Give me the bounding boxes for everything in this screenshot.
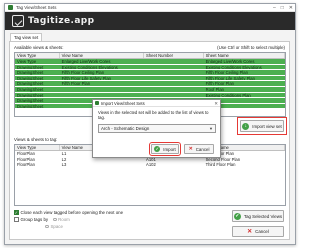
footer-cancel-button[interactable]: ✕ Cancel [232,226,284,237]
table-cell: A102 [146,162,156,167]
footer-cancel-label: Cancel [255,229,269,234]
minimize-button[interactable]: – [273,5,276,11]
tagitize-logo-icon [12,15,24,27]
table-cell: Fifth Floor Ceiling Plan [61,70,105,75]
view-set-selected-value: Arch - Schematic Design [101,126,150,131]
dialog-close-button[interactable]: ✕ [214,100,218,107]
table-cell: Fifth Floor Ceiling Plan [205,70,248,75]
space-radio-label: Space [50,224,63,229]
radio-dot-icon [45,224,49,229]
group-tags-label: Group tags by [20,217,49,222]
chevron-down-icon: ▼ [209,126,213,131]
table-cell: DrawingSheet [17,81,44,86]
table-cell: DrawingSheet [17,103,44,109]
table-cell: Existing Conditions Elevations [61,64,118,70]
table-cell: Fifth Floor Life Safety Plan [205,75,255,81]
table-cell [144,59,204,64]
column-header[interactable]: Sheet Number [144,53,204,58]
dialog-app-icon [95,101,99,105]
table-cell: Third Floor Plan [205,162,236,167]
column-header[interactable]: View Name [60,53,145,58]
column-header[interactable]: View Type [15,53,60,58]
table-cell: FloorPlan [17,162,35,167]
dialog-cancel-label: Cancel [195,146,210,152]
table-cell: FloorPlan [17,156,35,162]
close-each-view-checkbox[interactable]: ✓ Close each view tagged before opening … [14,210,123,215]
room-radio-label: Room [58,217,70,222]
table-cell: DrawingSheet [17,86,44,92]
table-cell: Fifth Floor Plan [61,81,91,86]
tag-check-icon: ✓ [233,212,241,220]
cancel-x-icon: ✕ [188,146,193,152]
tagitize-banner: Tagitize.app [5,12,295,30]
group-tags-checkbox[interactable]: Group tags by Room [14,217,70,222]
import-check-icon: ✓ [154,146,161,152]
app-icon [8,5,13,10]
table-cell: View Type [17,59,37,64]
tag-selected-views-label: Tag Selected Views [243,213,283,219]
dialog-import-label: Import [163,146,176,152]
table-cell: Existing Conditions Plan [205,92,251,98]
maximize-button[interactable]: □ [281,5,284,11]
table-cell [144,70,204,75]
dialog-titlebar[interactable]: Import View/Sheet Sets ✕ [93,100,220,107]
table-cell: DrawingSheet [17,98,44,103]
table-cell: L3 [61,162,67,167]
table-cell: DrawingSheet [17,75,44,81]
table-cell [60,87,144,92]
column-header[interactable]: Sheet Name [204,53,285,58]
table-cell: Enlarged Live/Work Cores [61,59,111,64]
dialog-cancel-button[interactable]: ✕ Cancel [184,144,214,154]
table-cell: DrawingSheet [17,64,44,70]
tag-selected-views-button[interactable]: ✓ Tag Selected Views [232,210,284,222]
available-views-label: Available views & sheets: [14,45,64,50]
checkmark-icon: ✓ [14,209,19,215]
dialog-message: Views in the selected set will be added … [98,110,209,121]
window-titlebar[interactable]: Tag View/Sheet Sets – □ ✕ [5,4,295,12]
tag-view-sheet-sets-window: Tag View/Sheet Sets – □ ✕ Tagitize.app T… [4,3,296,245]
table-cell: DrawingSheet [17,70,44,75]
table-cell: Fifth Floor Life Safety Plan [61,75,112,81]
table-cell [144,93,204,98]
table-cell: DrawingSheet [17,92,44,98]
table-row[interactable]: FloorPlan L3 A102 Third Floor Plan [15,162,285,168]
table-cell [144,65,204,70]
space-radio[interactable]: Space [45,224,63,229]
tagitize-logo-text: Tagitize.app [28,16,95,26]
radio-dot-icon [53,217,57,222]
import-highlight-frame [237,117,287,135]
table-cell: Roof Plan [205,86,224,92]
view-set-dropdown[interactable]: Arch - Schematic Design ▼ [98,124,216,133]
table-cell: Fifth Floor Plan [205,81,235,86]
table-cell [144,81,204,86]
cancel-x-icon: ✕ [247,228,253,235]
close-each-view-label: Close each view tagged before opening th… [20,210,124,215]
column-header[interactable]: View Type [15,145,60,150]
table-cell [144,87,204,92]
dialog-title: Import View/Sheet Sets [101,100,145,106]
table-cell [144,76,204,81]
dialog-import-button[interactable]: ✓ Import [149,142,181,156]
views-to-tag-label: Views & sheets to tag: [14,137,58,142]
multi-select-hint: (Use Ctrl or Shift to select multiple) [217,45,285,50]
room-radio[interactable]: Room [53,217,70,222]
window-title: Tag View/Sheet Sets [16,5,57,10]
table-cell: FloorPlan [17,151,35,156]
close-button[interactable]: ✕ [289,5,293,11]
table-cell: Existing Conditions Elevations [205,64,262,70]
tab-tag-view-set[interactable]: Tag view set [10,33,43,41]
table-cell [60,93,144,98]
empty-checkbox-icon [14,217,19,222]
table-cell: Enlarged Live/Work Cores [205,59,255,64]
import-view-sheet-sets-dialog: Import View/Sheet Sets ✕ Views in the se… [92,99,221,158]
